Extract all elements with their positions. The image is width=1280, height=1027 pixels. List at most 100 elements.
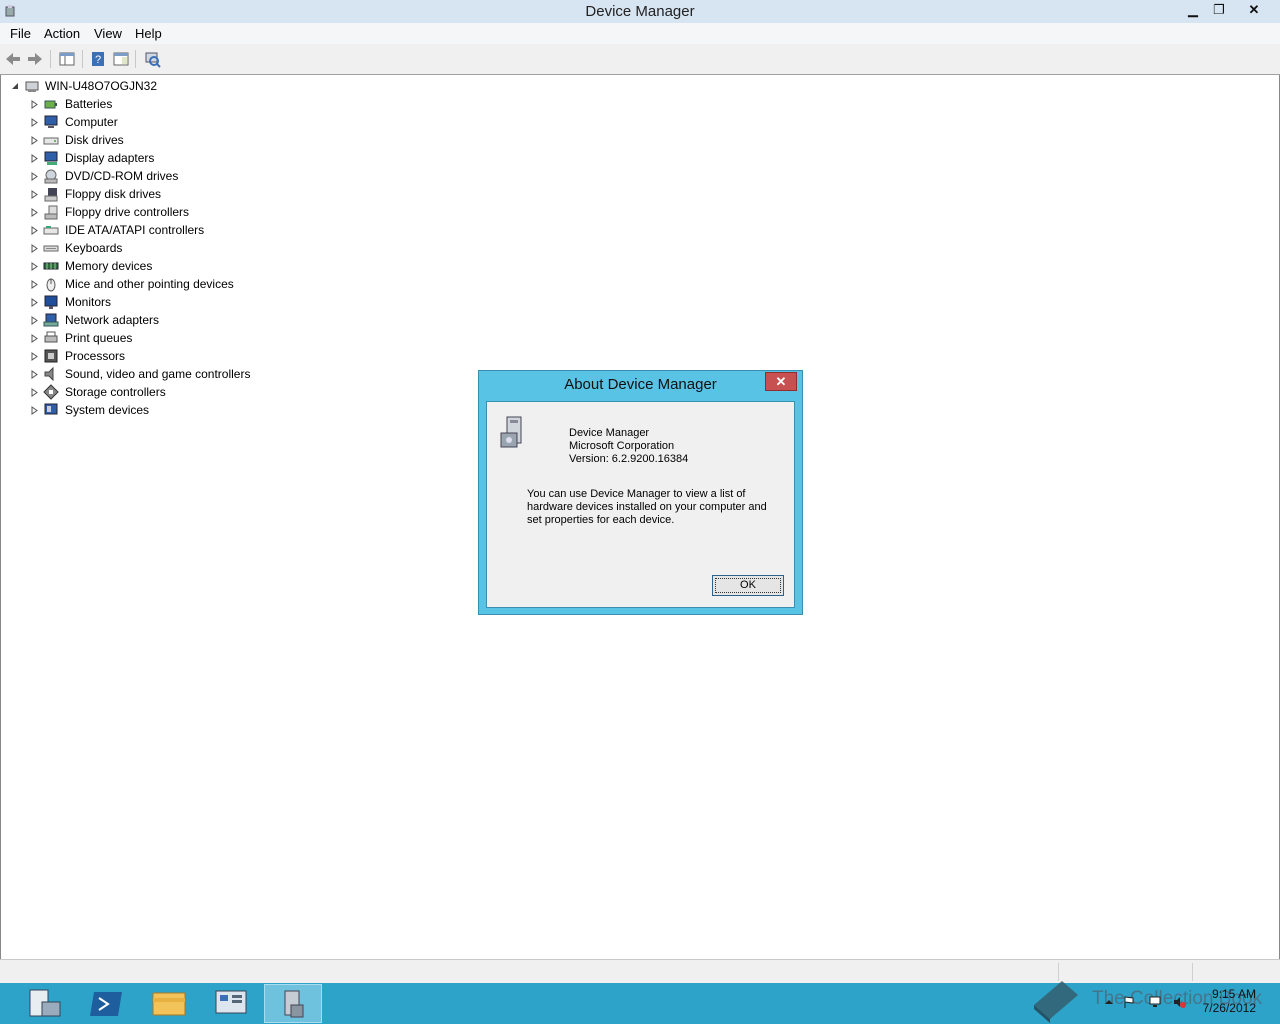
tree-item-dvd-cd-rom-drives[interactable]: DVD/CD-ROM drives	[29, 167, 289, 185]
tree-item-print-queues[interactable]: Print queues	[29, 329, 289, 347]
tree-item-label: System devices	[65, 403, 150, 417]
help-icon[interactable]: ?	[89, 50, 107, 68]
expand-arrow-icon[interactable]	[31, 172, 39, 181]
expand-arrow-icon[interactable]	[31, 262, 39, 271]
dialog-close-button[interactable]: ✕	[765, 372, 797, 391]
server-manager-icon[interactable]	[16, 984, 74, 1023]
expand-arrow-icon[interactable]	[31, 226, 39, 235]
printer-icon	[44, 331, 58, 343]
ok-button[interactable]: OK	[712, 575, 784, 596]
show-hide-console-tree-icon[interactable]	[58, 50, 76, 68]
tree-item-mice-and-other-pointing-devices[interactable]: Mice and other pointing devices	[29, 275, 289, 293]
computer-icon	[44, 115, 58, 128]
expand-arrow-icon[interactable]	[31, 208, 39, 217]
menu-action[interactable]: Action	[44, 26, 80, 41]
tree-item-label: Network adapters	[65, 313, 160, 327]
clock-time: 9:15 AM	[1211, 987, 1256, 1001]
expand-arrow-icon[interactable]	[31, 280, 39, 289]
expand-arrow-icon[interactable]	[31, 352, 39, 361]
expand-arrow-icon[interactable]	[31, 316, 39, 325]
computer-root-icon	[25, 81, 39, 92]
scan-hardware-changes-icon[interactable]	[143, 50, 161, 68]
disk-drive-icon	[43, 137, 59, 145]
tree-item-floppy-drive-controllers[interactable]: Floppy drive controllers	[29, 203, 289, 221]
back-arrow-icon[interactable]	[4, 50, 22, 68]
tree-item-network-adapters[interactable]: Network adapters	[29, 311, 289, 329]
title-bar: Device Manager ▁ ❐ ✕	[0, 0, 1280, 24]
toolbar-separator	[82, 50, 83, 68]
action-center-flag-icon[interactable]	[1122, 995, 1136, 1009]
tree-item-sound-video-and-game-controllers[interactable]: Sound, video and game controllers	[29, 365, 289, 383]
clock-date: 7/26/2012	[1202, 1001, 1256, 1015]
network-icon[interactable]	[1148, 995, 1162, 1009]
expand-arrow-icon[interactable]	[31, 370, 39, 379]
tree-item-ide-ata-atapi-controllers[interactable]: IDE ATA/ATAPI controllers	[29, 221, 289, 239]
tree-item-keyboards[interactable]: Keyboards	[29, 239, 289, 257]
tree-item-display-adapters[interactable]: Display adapters	[29, 149, 289, 167]
powershell-icon[interactable]	[78, 984, 136, 1023]
tree-item-label: Memory devices	[65, 259, 153, 273]
status-divider	[1192, 963, 1193, 981]
show-hidden-icons-icon[interactable]	[1102, 995, 1116, 1009]
floppy-drive-icon	[44, 188, 58, 202]
tree-item-label: Monitors	[65, 295, 112, 309]
device-manager-icon[interactable]	[264, 984, 322, 1023]
expand-arrow-icon[interactable]	[31, 136, 39, 145]
network-adapter-icon	[43, 313, 59, 327]
dialog-body: Device Manager Microsoft Corporation Ver…	[486, 401, 795, 608]
minimize-button[interactable]: ▁	[1180, 0, 1206, 20]
menu-help[interactable]: Help	[135, 26, 162, 41]
expand-arrow-icon[interactable]	[31, 406, 39, 415]
system-devices-icon	[44, 403, 58, 415]
tree-item-storage-controllers[interactable]: Storage controllers	[29, 383, 289, 401]
display-adapter-icon	[44, 151, 58, 165]
tree-item-batteries[interactable]: Batteries	[29, 95, 289, 113]
volume-muted-icon[interactable]	[1172, 995, 1186, 1009]
tree-item-disk-drives[interactable]: Disk drives	[29, 131, 289, 149]
tree-item-monitors[interactable]: Monitors	[29, 293, 289, 311]
toolbar-separator	[135, 50, 136, 68]
restore-button[interactable]: ❐	[1206, 0, 1232, 20]
dialog-description: You can use Device Manager to view a lis…	[527, 488, 767, 526]
tree-item-label: Floppy disk drives	[65, 187, 162, 201]
expand-arrow-icon[interactable]	[31, 118, 39, 127]
tree-item-label: Sound, video and game controllers	[65, 367, 251, 381]
tree-item-label: Computer	[65, 115, 118, 129]
menu-view[interactable]: View	[94, 26, 122, 41]
tree-item-floppy-disk-drives[interactable]: Floppy disk drives	[29, 185, 289, 203]
tree-item-label: Storage controllers	[65, 385, 166, 399]
taskbar-clock[interactable]: 9:15 AM 7/26/2012	[1203, 987, 1256, 1015]
tree-item-system-devices[interactable]: System devices	[29, 401, 289, 419]
tree-item-label: Print queues	[65, 331, 133, 345]
tree-item-computer[interactable]: Computer	[29, 113, 289, 131]
expand-arrow-icon[interactable]	[31, 100, 39, 109]
product-name: Device Manager	[569, 427, 650, 439]
properties-pane-icon[interactable]	[112, 50, 130, 68]
close-button[interactable]: ✕	[1234, 0, 1274, 20]
memory-icon	[43, 262, 59, 270]
menu-file[interactable]: File	[10, 26, 31, 41]
floppy-controller-icon	[44, 205, 58, 220]
collapse-arrow-icon[interactable]	[11, 82, 19, 90]
battery-icon	[44, 100, 57, 109]
expand-arrow-icon[interactable]	[31, 388, 39, 397]
tree-item-processors[interactable]: Processors	[29, 347, 289, 365]
expand-arrow-icon[interactable]	[31, 244, 39, 253]
tree-item-label: Disk drives	[65, 133, 124, 147]
expand-arrow-icon[interactable]	[31, 190, 39, 199]
tree-item-label: Batteries	[65, 97, 113, 111]
expand-arrow-icon[interactable]	[31, 334, 39, 343]
tree-root-label: WIN-U48O7OGJN32	[45, 79, 158, 93]
storage-controller-icon	[43, 384, 59, 400]
about-dialog: About Device Manager ✕ Device Manager Mi…	[478, 370, 803, 615]
tree-item-label: Floppy drive controllers	[65, 205, 190, 219]
expand-arrow-icon[interactable]	[31, 298, 39, 307]
file-explorer-icon[interactable]	[140, 984, 198, 1023]
taskbar: The Collection Book 9:15 AM 7/26/2012	[0, 981, 1280, 1024]
expand-arrow-icon[interactable]	[31, 154, 39, 163]
company-name: Microsoft Corporation	[569, 440, 675, 452]
tree-item-memory-devices[interactable]: Memory devices	[29, 257, 289, 275]
tree-root[interactable]: WIN-U48O7OGJN32	[11, 77, 211, 95]
control-panel-icon[interactable]	[202, 984, 260, 1023]
forward-arrow-icon[interactable]	[26, 50, 44, 68]
